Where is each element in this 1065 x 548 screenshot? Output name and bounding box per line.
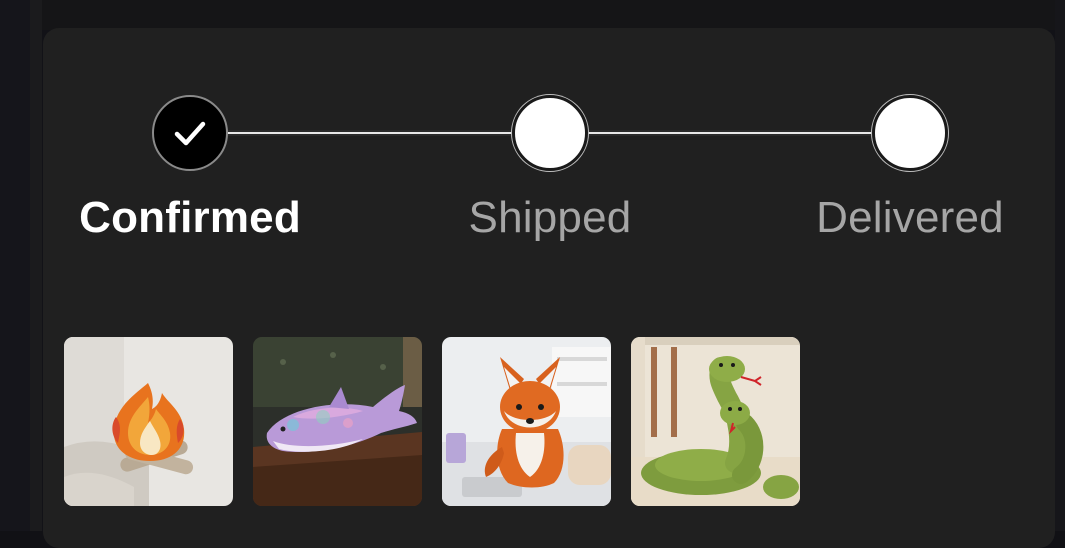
step-confirmed-label: Confirmed: [79, 193, 301, 242]
item-thumbnail-snake[interactable]: [631, 337, 800, 506]
item-thumbnail-campfire[interactable]: [64, 337, 233, 506]
top-panel: [42, 0, 1055, 30]
campfire-plush-image: [64, 337, 233, 506]
step-shipped-label: Shipped: [468, 193, 632, 242]
purple-shark-plush-image: [253, 337, 422, 506]
item-thumbnail-shark[interactable]: [253, 337, 422, 506]
item-thumbnail-fox[interactable]: [442, 337, 611, 506]
green-snake-plush-image: [631, 337, 800, 506]
step-confirmed-indicator: [152, 95, 228, 171]
side-panel-edge: [30, 0, 42, 531]
order-status-card: Confirmed Shipped Delivered: [43, 28, 1055, 548]
step-delivered-indicator: [872, 95, 948, 171]
scrollbar-track[interactable]: [1055, 0, 1065, 531]
side-panel: [0, 0, 30, 531]
fox-plush-image: [442, 337, 611, 506]
step-shipped-indicator: [512, 95, 588, 171]
checkmark-icon: [174, 121, 206, 146]
step-delivered-label: Delivered: [816, 193, 1004, 242]
